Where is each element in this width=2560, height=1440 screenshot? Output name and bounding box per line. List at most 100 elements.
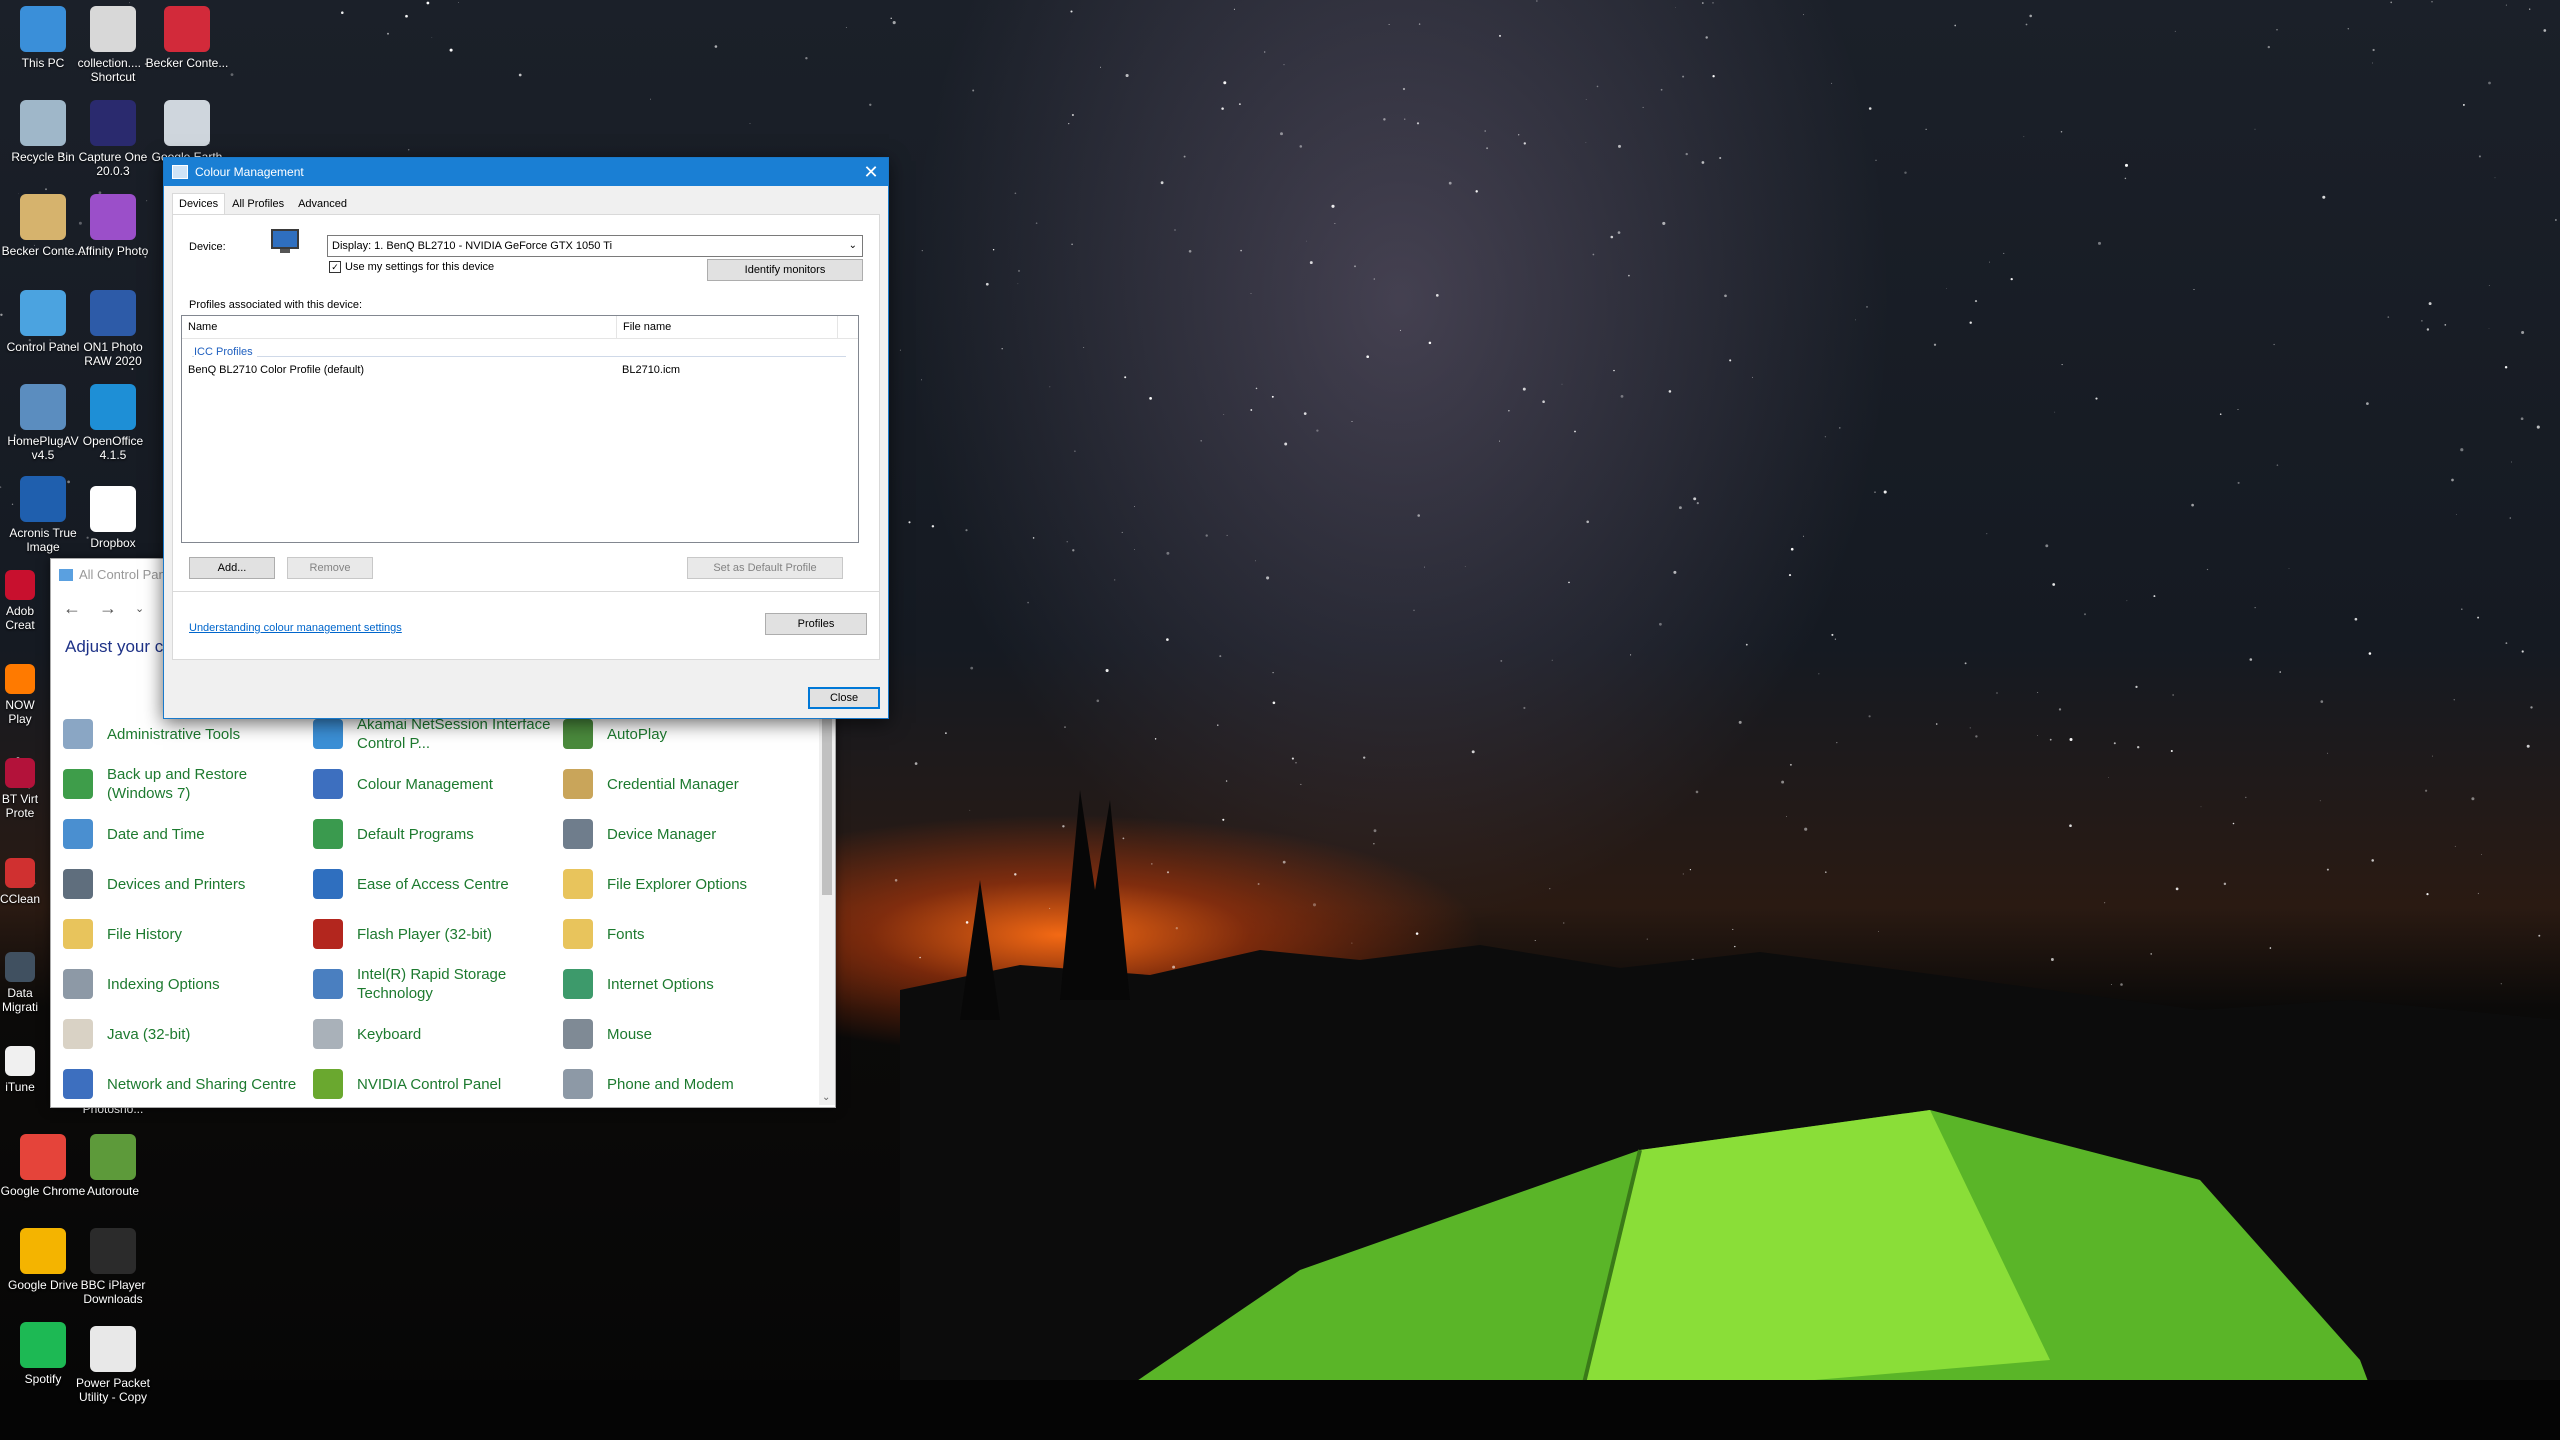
identify-monitors-button[interactable]: Identify monitors [707,259,863,281]
dialog-titlebar: Colour Management ✕ [164,158,888,186]
desktop-icon[interactable]: Google Earth [144,100,230,164]
java-icon [63,1019,93,1049]
control-panel-item[interactable]: File Explorer Options [563,859,803,909]
intel-rst-icon [313,969,343,999]
control-panel-item[interactable]: Keyboard [313,1009,563,1059]
chevron-down-icon: ⌄ [848,240,857,251]
control-panel-item[interactable]: Credential Manager [563,759,803,809]
desktop-icon[interactable]: BBC iPlayer Downloads [70,1228,156,1306]
understanding-colour-link[interactable]: Understanding colour management settings [189,622,402,634]
google-earth-icon [164,100,210,146]
forward-arrow-icon[interactable]: → [99,598,117,619]
adobe-icon [5,570,35,600]
control-panel-item[interactable]: Internet Options [563,959,803,1009]
tab-all-profiles[interactable]: All Profiles [225,193,291,214]
control-panel-item[interactable]: Java (32-bit) [63,1009,313,1059]
indexing-options-icon [63,969,93,999]
power-packet-icon [90,1326,136,1372]
devices-panel: Device: Display: 1. BenQ BL2710 - NVIDIA… [172,214,880,660]
column-name[interactable]: Name [182,316,617,338]
pc-icon [20,6,66,52]
back-arrow-icon[interactable]: ← [63,598,81,619]
control-panel-item[interactable]: Default Programs [313,809,563,859]
desktop-icon-data-migration[interactable]: Data Migrati [0,952,40,1014]
profiles-list[interactable]: Name File name ICC Profiles BenQ BL2710 … [181,315,859,543]
desktop-icon[interactable]: OpenOffice 4.1.5 [70,384,156,462]
dropbox-icon [90,486,136,532]
desktop-icon[interactable]: ON1 Photo RAW 2020 [70,290,156,368]
desktop-icon-bt[interactable]: BT Virt Prote [0,758,40,820]
desktop-icon-ccleaner[interactable]: CClean [0,858,40,906]
profile-row[interactable]: BenQ BL2710 Color Profile (default) BL27… [182,362,858,380]
control-panel-item[interactable]: NVIDIA Control Panel [313,1059,563,1107]
iplayer-icon [90,1228,136,1274]
remove-button[interactable]: Remove [287,557,373,579]
ease-of-access-icon [313,869,343,899]
scrollbar-thumb[interactable] [822,715,832,895]
homeplug-icon [20,384,66,430]
control-panel-item[interactable]: File History [63,909,313,959]
control-panel-item[interactable]: Network and Sharing Centre [63,1059,313,1107]
tab-devices[interactable]: Devices [172,193,226,214]
chevron-down-icon[interactable]: ⌄ [135,602,144,615]
dialog-tabs: Devices All Profiles Advanced [172,193,354,214]
phone-modem-icon [563,1069,593,1099]
desktop-icon[interactable]: Affinity Photo [70,194,156,258]
device-label: Device: [189,241,226,253]
use-settings-checkbox[interactable]: ✓ [329,261,341,273]
control-panel-item[interactable]: Colour Management [313,759,563,809]
control-panel-item[interactable]: Flash Player (32-bit) [313,909,563,959]
recycle-bin-icon [20,100,66,146]
desktop-icon-adobe[interactable]: Adob Creat [0,570,40,632]
desktop-icon[interactable]: Becker Conte... [144,6,230,70]
chrome-icon [20,1134,66,1180]
profiles-list-header: Name File name [182,316,858,339]
desktop-icon-now[interactable]: NOW Play [0,664,40,726]
control-panel-items: Administrative Tools Akamai NetSession In… [63,709,803,1107]
control-panel-icon [20,290,66,336]
control-panel-item[interactable]: Back up and Restore (Windows 7) [63,759,313,809]
data-migration-icon [5,952,35,982]
desktop-icon[interactable]: Power Packet Utility - Copy [70,1326,156,1404]
mouse-icon [563,1019,593,1049]
add-button[interactable]: Add... [189,557,275,579]
tab-advanced[interactable]: Advanced [291,193,354,214]
nvidia-icon [313,1069,343,1099]
autoroute-icon [90,1134,136,1180]
control-panel-item[interactable]: Indexing Options [63,959,313,1009]
dialog-title: Colour Management [195,165,304,179]
akamai-icon [313,719,343,749]
internet-options-icon [563,969,593,999]
control-panel-item[interactable]: Intel(R) Rapid Storage Technology [313,959,563,1009]
desktop-icon-itunes[interactable]: iTune [0,1046,40,1094]
control-panel-item[interactable]: Ease of Access Centre [313,859,563,909]
control-panel-item[interactable]: Device Manager [563,809,803,859]
becker-file-icon [20,194,66,240]
profiles-button[interactable]: Profiles [765,613,867,635]
column-file-name[interactable]: File name [617,316,838,338]
close-icon[interactable]: ✕ [854,158,888,186]
ccleaner-icon [5,858,35,888]
network-icon [63,1069,93,1099]
close-button[interactable]: Close [808,687,880,709]
file-explorer-options-icon [563,869,593,899]
control-panel-item[interactable]: Devices and Printers [63,859,313,909]
scroll-down-icon[interactable]: ⌄ [822,1092,830,1103]
default-programs-icon [313,819,343,849]
set-default-profile-button[interactable]: Set as Default Profile [687,557,843,579]
control-panel-item[interactable]: Fonts [563,909,803,959]
device-select[interactable]: Display: 1. BenQ BL2710 - NVIDIA GeForce… [327,235,863,257]
desktop-icon[interactable]: Autoroute [70,1134,156,1198]
control-panel-item[interactable]: Date and Time [63,809,313,859]
spotify-icon [20,1322,66,1368]
affinity-photo-icon [90,194,136,240]
control-panel-item[interactable]: Mouse [563,1009,803,1059]
desktop-icon[interactable]: Dropbox [70,486,156,550]
profile-name: BenQ BL2710 Color Profile (default) [188,364,365,376]
use-settings-checkbox-row[interactable]: ✓ Use my settings for this device [329,261,494,273]
control-panel-scrollbar[interactable]: ⌄ [819,709,835,1105]
fonts-icon [563,919,593,949]
now-tv-icon [5,664,35,694]
control-panel-item[interactable]: Phone and Modem [563,1059,803,1107]
monitor-icon [271,229,299,253]
